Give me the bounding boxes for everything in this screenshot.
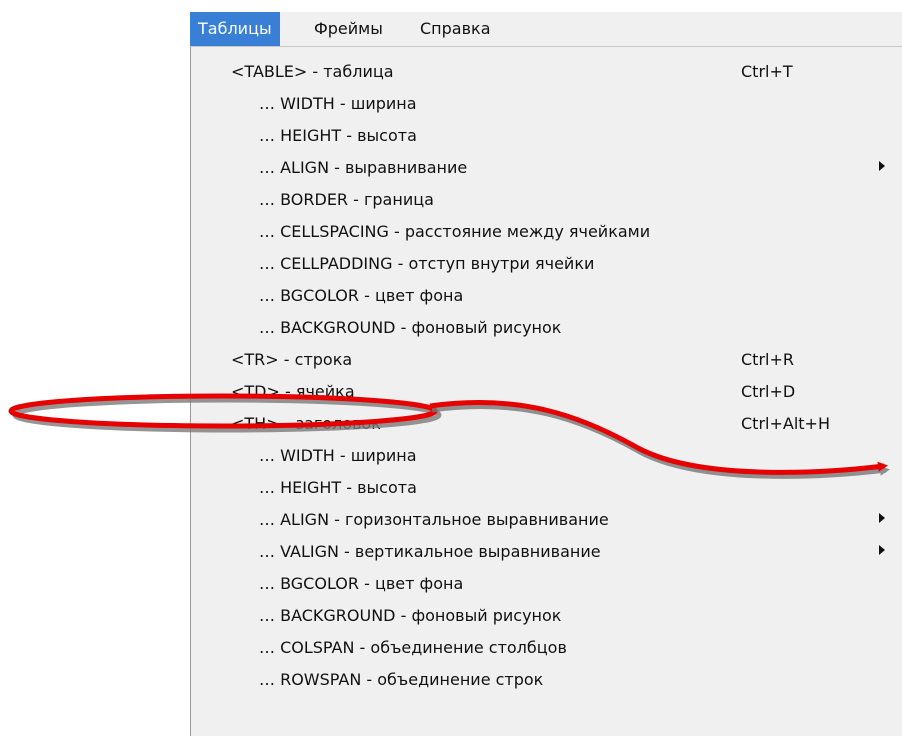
shortcut-label: Ctrl+R <box>741 350 794 369</box>
menu-item-label: … WIDTH - ширина <box>259 446 417 465</box>
menu-item-td[interactable]: <TD> - ячейка Ctrl+D <box>191 375 891 407</box>
menu-item-label: <TH> - заголовок <box>231 414 381 433</box>
menu-item-th-width[interactable]: … WIDTH - ширина <box>191 439 891 471</box>
menu-item-label: … BGCOLOR - цвет фона <box>259 286 464 305</box>
shortcut-label: Ctrl+Alt+H <box>741 414 830 433</box>
menu-item-table-height[interactable]: … HEIGHT - высота <box>191 119 891 151</box>
menu-item-table-width[interactable]: … WIDTH - ширина <box>191 87 891 119</box>
menu-item-tr[interactable]: <TR> - строка Ctrl+R <box>191 343 891 375</box>
shortcut-label: Ctrl+D <box>741 382 796 401</box>
menu-item-label: … HEIGHT - высота <box>259 126 417 145</box>
menu-item-table-cellspacing[interactable]: … CELLSPACING - расстояние между ячейкам… <box>191 215 891 247</box>
menu-item-th-bgcolor[interactable]: … BGCOLOR - цвет фона <box>191 567 891 599</box>
menu-item-th-align[interactable]: … ALIGN - горизонтальное выравнивание <box>191 503 891 535</box>
tables-dropdown-menu: <TABLE> - таблица Ctrl+T … WIDTH - ширин… <box>190 46 902 736</box>
menu-item-th[interactable]: <TH> - заголовок Ctrl+Alt+H <box>191 407 891 439</box>
menu-frames[interactable]: Фреймы <box>306 12 391 46</box>
menu-bar: Таблицы Фреймы Справка <box>190 12 902 46</box>
menu-item-th-valign[interactable]: … VALIGN - вертикальное выравнивание <box>191 535 891 567</box>
shortcut-label: Ctrl+T <box>741 62 793 81</box>
menu-item-th-colspan[interactable]: … COLSPAN - объединение столбцов <box>191 631 891 663</box>
menu-item-table-cellpadding[interactable]: … CELLPADDING - отступ внутри ячейки <box>191 247 891 279</box>
menu-item-label: … HEIGHT - высота <box>259 478 417 497</box>
menu-item-label: … BORDER - граница <box>259 190 434 209</box>
menu-item-label: … ROWSPAN - объединение строк <box>259 670 544 689</box>
menu-item-table-align[interactable]: … ALIGN - выравнивание <box>191 151 891 183</box>
menu-item-label: … BACKGROUND - фоновый рисунок <box>259 318 562 337</box>
menu-item-label: <TD> - ячейка <box>231 382 355 401</box>
menu-item-label: … WIDTH - ширина <box>259 94 417 113</box>
menu-item-label: … CELLSPACING - расстояние между ячейкам… <box>259 222 651 241</box>
submenu-arrow-icon <box>879 513 885 523</box>
menu-item-label: … ALIGN - выравнивание <box>259 158 468 177</box>
menu-tables[interactable]: Таблицы <box>190 12 280 46</box>
menu-item-th-height[interactable]: … HEIGHT - высота <box>191 471 891 503</box>
menu-item-label: … CELLPADDING - отступ внутри ячейки <box>259 254 595 273</box>
menu-item-label: … ALIGN - горизонтальное выравнивание <box>259 510 609 529</box>
menu-item-label: … BGCOLOR - цвет фона <box>259 574 464 593</box>
menu-item-table-bgcolor[interactable]: … BGCOLOR - цвет фона <box>191 279 891 311</box>
menu-item-th-background[interactable]: … BACKGROUND - фоновый рисунок <box>191 599 891 631</box>
menu-item-th-rowspan[interactable]: … ROWSPAN - объединение строк <box>191 663 891 695</box>
menu-item-label: … BACKGROUND - фоновый рисунок <box>259 606 562 625</box>
menu-item-label: … COLSPAN - объединение столбцов <box>259 638 567 657</box>
submenu-arrow-icon <box>879 545 885 555</box>
menu-item-table[interactable]: <TABLE> - таблица Ctrl+T <box>191 55 891 87</box>
menu-item-label: <TR> - строка <box>231 350 353 369</box>
menu-help[interactable]: Справка <box>412 12 499 46</box>
menu-item-label: <TABLE> - таблица <box>231 62 394 81</box>
menu-item-label: … VALIGN - вертикальное выравнивание <box>259 542 601 561</box>
menu-item-table-border[interactable]: … BORDER - граница <box>191 183 891 215</box>
submenu-arrow-icon <box>879 161 885 171</box>
menu-item-table-background[interactable]: … BACKGROUND - фоновый рисунок <box>191 311 891 343</box>
